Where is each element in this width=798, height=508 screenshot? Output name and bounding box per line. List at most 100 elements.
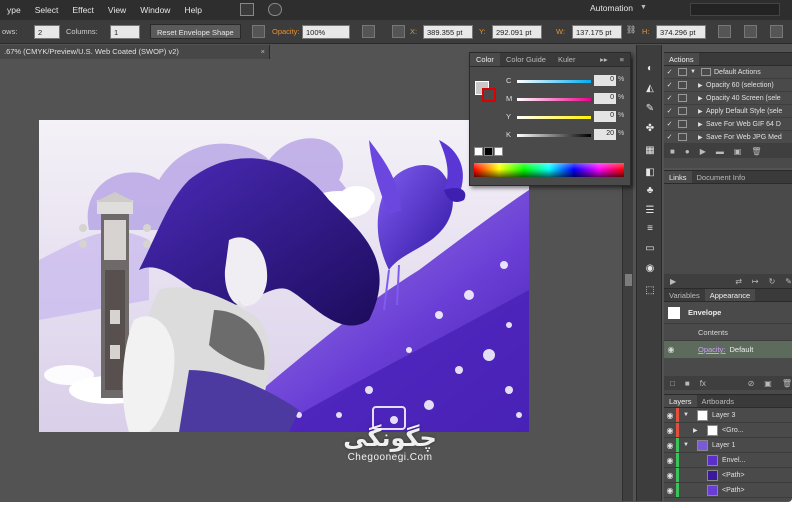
- align-icon[interactable]: [362, 25, 375, 38]
- workspace-switcher[interactable]: Automation: [590, 3, 633, 13]
- play-icon[interactable]: ▶: [700, 147, 706, 156]
- tab-actions[interactable]: Actions: [664, 53, 699, 65]
- reference-point-icon[interactable]: [392, 25, 405, 38]
- reset-envelope-shape-button[interactable]: Reset Envelope Shape: [150, 24, 241, 39]
- swatches-icon[interactable]: ▦: [643, 145, 657, 157]
- tab-color-guide[interactable]: Color Guide: [500, 53, 552, 66]
- relink-icon[interactable]: ⇄: [735, 277, 742, 286]
- fill-stroke-swatch[interactable]: [475, 81, 497, 103]
- menu-type[interactable]: ype: [0, 5, 28, 15]
- appearance-contents-row[interactable]: Contents: [664, 324, 792, 341]
- tab-variables[interactable]: Variables: [664, 289, 705, 301]
- color-spectrum-bar[interactable]: [474, 163, 624, 177]
- tab-document-info[interactable]: Document Info: [692, 171, 751, 183]
- gradient-panel-icon[interactable]: ▭: [643, 243, 657, 255]
- envelope-options-icon[interactable]: [252, 25, 265, 38]
- magenta-input[interactable]: 0: [594, 93, 616, 104]
- help-search-input[interactable]: [690, 3, 780, 16]
- symbols-icon[interactable]: ✤: [643, 123, 657, 135]
- scrollbar-thumb[interactable]: [625, 274, 632, 286]
- action-row[interactable]: ✓ ▶ Apply Default Style (sele: [664, 105, 792, 118]
- stop-icon[interactable]: ■: [670, 147, 675, 156]
- menu-window[interactable]: Window: [133, 5, 177, 15]
- record-icon[interactable]: ●: [685, 147, 690, 156]
- transform-icon[interactable]: [718, 25, 731, 38]
- expand-arrow-icon[interactable]: ▼: [683, 442, 693, 448]
- black-swatch[interactable]: [484, 147, 493, 156]
- yellow-input[interactable]: 0: [594, 111, 616, 122]
- layer-row[interactable]: ◉ Envel...: [664, 453, 792, 468]
- visibility-eye-icon[interactable]: ◉: [664, 426, 676, 435]
- expand-arrow-icon[interactable]: ▶: [670, 277, 676, 286]
- clear-appearance-icon[interactable]: ⊘: [748, 379, 755, 388]
- duplicate-item-icon[interactable]: ▣: [764, 379, 772, 388]
- new-action-icon[interactable]: ▣: [734, 147, 742, 156]
- chevron-down-icon[interactable]: ▼: [640, 4, 647, 11]
- visibility-eye-icon[interactable]: ◉: [664, 441, 676, 450]
- new-set-icon[interactable]: ▬: [716, 147, 724, 156]
- appearance-object-row[interactable]: Envelope: [664, 302, 792, 324]
- add-stroke-icon[interactable]: □: [670, 379, 675, 388]
- visibility-eye-icon[interactable]: ◉: [664, 411, 676, 420]
- edit-original-icon[interactable]: ✎: [785, 277, 792, 286]
- layer-row[interactable]: ◉ <Path>: [664, 483, 792, 498]
- menu-help[interactable]: Help: [177, 5, 208, 15]
- appearance-opacity-row[interactable]: ◉ Opacity: Default: [664, 341, 792, 358]
- h-label[interactable]: H:: [642, 27, 650, 36]
- cyan-slider[interactable]: C 0 %: [506, 75, 626, 87]
- opacity-input[interactable]: 100%: [302, 25, 350, 39]
- document-tab[interactable]: .67% (CMYK/Preview/U.S. Web Coated (SWOP…: [0, 45, 270, 59]
- update-link-icon[interactable]: ↻: [769, 277, 776, 286]
- y-input[interactable]: 292.091 pt: [492, 25, 542, 39]
- menu-select[interactable]: Select: [28, 5, 66, 15]
- visibility-eye-icon[interactable]: ◉: [664, 456, 676, 465]
- graphic-styles-icon[interactable]: ◭: [643, 83, 657, 95]
- appearance-panel-icon[interactable]: ◐: [643, 63, 657, 75]
- goto-link-icon[interactable]: ↦: [752, 277, 759, 286]
- action-row[interactable]: ✓ ▶ Opacity 60 (selection): [664, 79, 792, 92]
- club-icon[interactable]: ♣: [643, 185, 657, 197]
- columns-input[interactable]: 1: [110, 25, 140, 39]
- panel-menu-icon[interactable]: [770, 25, 783, 38]
- layer-row[interactable]: ◉ ▼ Layer 1: [664, 438, 792, 453]
- opacity-label[interactable]: Opacity:: [272, 27, 300, 36]
- expand-arrow-icon[interactable]: ▶: [693, 427, 703, 434]
- transparency-panel-icon[interactable]: ◉: [643, 263, 657, 275]
- x-input[interactable]: 389.355 pt: [423, 25, 473, 39]
- rows-input[interactable]: 2: [34, 25, 60, 39]
- add-fill-icon[interactable]: ■: [685, 379, 690, 388]
- tab-layers[interactable]: Layers: [664, 395, 697, 407]
- brushes-icon[interactable]: ✎: [643, 103, 657, 115]
- color-panel-icon[interactable]: ◧: [643, 167, 657, 179]
- tab-links[interactable]: Links: [664, 171, 692, 183]
- visibility-eye-icon[interactable]: ◉: [664, 471, 676, 480]
- gpu-performance-icon[interactable]: [268, 3, 282, 16]
- magenta-slider[interactable]: M 0 %: [506, 93, 626, 105]
- tab-color[interactable]: Color: [470, 53, 500, 66]
- w-input[interactable]: 137.175 pt: [572, 25, 622, 39]
- menu-effect[interactable]: Effect: [65, 5, 101, 15]
- artboard-illustration[interactable]: [39, 120, 529, 432]
- link-icon[interactable]: ⛓: [626, 25, 639, 38]
- menu-view[interactable]: View: [101, 5, 133, 15]
- visibility-eye-icon[interactable]: ◉: [664, 345, 678, 354]
- action-row[interactable]: ✓ ▶ Save For Web JPG Med: [664, 131, 792, 144]
- panel-menu-icon[interactable]: ≡: [614, 53, 630, 66]
- tab-appearance[interactable]: Appearance: [704, 289, 756, 301]
- action-row[interactable]: ✓ ▶ Opacity 40 Screen (sele: [664, 92, 792, 105]
- action-row[interactable]: ✓ ▼ Default Actions: [664, 66, 792, 79]
- trash-icon[interactable]: 🗑: [782, 379, 792, 388]
- visibility-eye-icon[interactable]: ◉: [664, 486, 676, 495]
- black-slider[interactable]: K 20 %: [506, 129, 626, 141]
- fx-icon[interactable]: fx: [700, 379, 706, 388]
- y-label[interactable]: Y:: [479, 27, 486, 36]
- stroke-panel-icon[interactable]: ≡: [643, 223, 657, 235]
- expand-arrow-icon[interactable]: ▼: [683, 412, 693, 418]
- bridge-icon[interactable]: [240, 3, 254, 16]
- h-input[interactable]: 374.296 pt: [656, 25, 706, 39]
- panel-collapse-icon[interactable]: ▸▸: [594, 53, 614, 66]
- isolate-icon[interactable]: [744, 25, 757, 38]
- layer-row[interactable]: ◉ <Path>: [664, 468, 792, 483]
- align-panel-icon[interactable]: ☰: [643, 205, 657, 217]
- action-row[interactable]: ✓ ▶ Save For Web GIF 64 D: [664, 118, 792, 131]
